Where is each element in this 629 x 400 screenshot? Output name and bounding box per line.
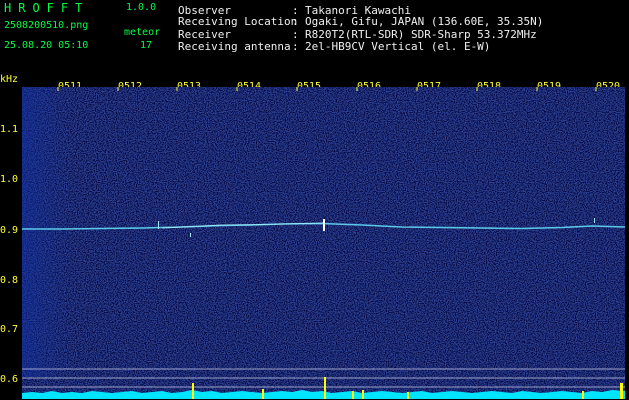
ping-marker xyxy=(582,391,584,399)
spectrogram-canvas xyxy=(22,87,625,399)
spectrogram xyxy=(22,87,625,399)
meteor-ping xyxy=(158,221,159,229)
spectrogram-background xyxy=(22,87,625,399)
y-axis-unit: kHz xyxy=(0,74,19,85)
antenna-label: Receiving antenna xyxy=(178,40,291,53)
app-version: 1.0.0 xyxy=(126,2,157,13)
antenna-value: 2el-HB9CV Vertical (el. E-W) xyxy=(305,40,491,53)
file-name: 2508200510.png xyxy=(4,20,89,31)
meteor-ping xyxy=(190,233,191,237)
meteor-count: 17 xyxy=(140,40,153,51)
y-tick-label: 1.1 xyxy=(0,124,19,135)
location-colon: : xyxy=(292,15,299,28)
y-tick-label: 0.6 xyxy=(0,374,19,385)
ping-marker xyxy=(262,389,264,399)
ping-marker xyxy=(620,383,623,399)
hrofft-window: HROFFT 1.0.0 2508200510.png meteor 25.08… xyxy=(0,0,629,400)
location-value: Ogaki, Gifu, JAPAN (136.60E, 35.35N) xyxy=(305,15,544,28)
ping-marker xyxy=(362,390,364,399)
antenna-colon: : xyxy=(292,40,299,53)
app-title: HROFFT xyxy=(4,1,90,15)
spectrogram-edge-band xyxy=(22,87,72,377)
receiver-colon: : xyxy=(292,28,299,41)
y-tick-label: 1.0 xyxy=(0,174,19,185)
meteor-ping xyxy=(594,218,595,223)
receiver-value: R820T2(RTL-SDR) SDR-Sharp 53.372MHz xyxy=(305,28,537,41)
y-tick-label: 0.9 xyxy=(0,225,19,236)
ping-marker xyxy=(192,383,194,399)
y-tick-label: 0.8 xyxy=(0,275,19,286)
ping-marker xyxy=(407,392,409,399)
y-tick-label: 0.7 xyxy=(0,324,19,335)
ping-marker xyxy=(352,391,354,399)
location-label: Receiving Location xyxy=(178,15,298,28)
ping-marker xyxy=(324,377,326,399)
mode-label: meteor xyxy=(124,27,161,38)
receiver-label: Receiver xyxy=(178,28,231,41)
meteor-ping xyxy=(323,219,325,231)
timestamp: 25.08.20 05:10 xyxy=(4,40,89,51)
